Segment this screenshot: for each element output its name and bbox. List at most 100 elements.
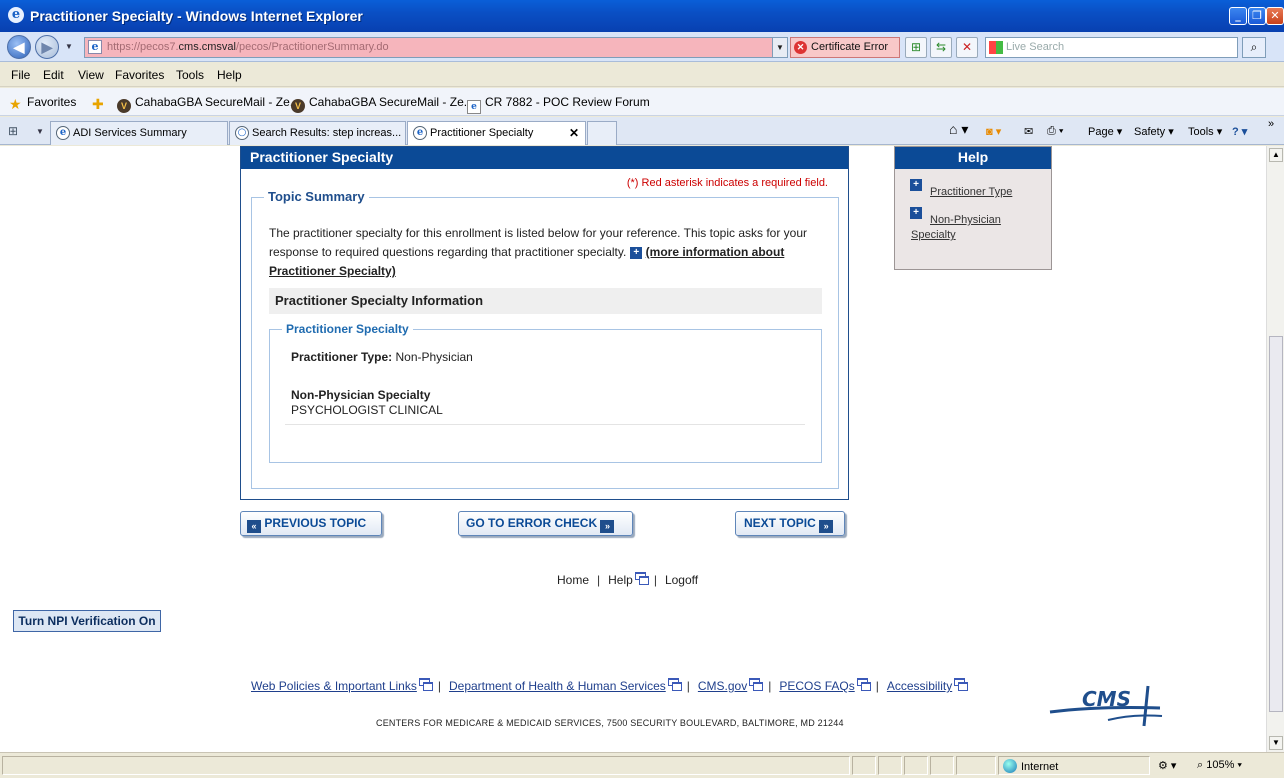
web-policies-label: Web Policies & Important Links — [251, 679, 417, 693]
expand-plus-icon[interactable]: + — [910, 207, 922, 219]
add-favorite-icon[interactable]: ✚ — [92, 95, 110, 111]
tab-label: Practitioner Specialty — [430, 127, 534, 139]
pecos-faqs-label: PECOS FAQs — [779, 679, 855, 693]
web-policies-link[interactable]: Web Policies & Important Links — [251, 679, 417, 693]
minimize-button[interactable]: _ — [1229, 7, 1247, 25]
expand-plus-icon[interactable]: + — [910, 179, 922, 191]
specialty-help-link[interactable]: Specialty — [911, 229, 956, 241]
chevron-more-icon[interactable]: » — [1268, 118, 1274, 130]
address-input[interactable]: e https://pecos7.cms.cmsval/pecos/Practi… — [84, 37, 788, 58]
hhs-link[interactable]: Department of Health & Human Services — [449, 679, 666, 693]
status-bar: Internet ⚙ ▾ ⌕ 105% ▾ — [0, 752, 1284, 778]
scroll-up-icon[interactable]: ▲ — [1269, 148, 1283, 162]
tab-label: ADI Services Summary — [73, 127, 187, 139]
previous-topic-button[interactable]: « PREVIOUS TOPIC — [240, 511, 382, 536]
practitioner-specialty-legend: Practitioner Specialty — [282, 322, 413, 336]
address-dropdown-icon[interactable]: ▼ — [772, 38, 787, 57]
feeds-icon[interactable]: ◙ ▾ — [986, 125, 1001, 138]
read-mail-icon[interactable]: ✉ — [1024, 125, 1033, 138]
ie-page-icon: e — [413, 126, 427, 140]
help-menu-icon[interactable]: ? ▾ — [1232, 125, 1247, 138]
scroll-thumb[interactable] — [1269, 336, 1283, 712]
page-ie-icon: e — [88, 40, 102, 54]
favorite-link-3-label: CR 7882 - POC Review Forum — [485, 95, 650, 109]
menu-file[interactable]: File — [11, 68, 30, 82]
menu-favorites[interactable]: Favorites — [115, 68, 164, 82]
menu-edit[interactable]: Edit — [43, 68, 64, 82]
help-link[interactable]: Help — [608, 572, 649, 587]
help-link-label: Help — [608, 573, 633, 587]
practitioner-type-help-link[interactable]: Practitioner Type — [930, 186, 1012, 198]
double-chevron-right-icon: » — [600, 520, 615, 533]
help-panel: Help + Practitioner Type + Non-Physician… — [894, 146, 1052, 270]
restore-button[interactable]: ❐ — [1248, 7, 1266, 25]
url-host: cms.cmsval — [178, 41, 236, 53]
history-dropdown-icon[interactable]: ▼ — [65, 42, 73, 51]
favorites-bar: ★ Favorites ✚ V CahabaGBA SecureMail - Ze.… — [0, 88, 1284, 116]
favorite-link-2[interactable]: V CahabaGBA SecureMail - Ze... — [291, 95, 474, 113]
refresh-icon[interactable]: ⇆ — [930, 37, 952, 58]
pecos-faqs-link[interactable]: PECOS FAQs — [779, 679, 854, 693]
certificate-error-button[interactable]: ✕ Certificate Error — [790, 37, 900, 58]
page-menu[interactable]: Page ▾ — [1088, 125, 1122, 138]
favorite-link-2-label: CahabaGBA SecureMail - Ze... — [309, 95, 474, 109]
tools-menu[interactable]: Tools ▾ — [1188, 125, 1222, 138]
favorites-button[interactable]: ★ Favorites — [9, 95, 76, 111]
home-icon[interactable]: ⌂ ▾ — [949, 121, 968, 138]
help-item-practitioner-type[interactable]: + Practitioner Type — [910, 179, 1012, 200]
required-field-note: (*) Red asterisk indicates a required fi… — [626, 177, 828, 189]
favorite-link-1-label: CahabaGBA SecureMail - Ze... — [135, 95, 300, 109]
close-window-button[interactable]: ✕ — [1266, 7, 1284, 25]
protected-mode-icon[interactable]: ⚙ ▾ — [1158, 759, 1176, 772]
status-text-cell — [2, 756, 850, 775]
tab-practitioner-specialty[interactable]: e Practitioner Specialty ✕ — [407, 121, 586, 145]
next-topic-button[interactable]: NEXT TOPIC » — [735, 511, 845, 536]
back-button[interactable]: ◀ — [7, 35, 31, 59]
internet-zone[interactable]: Internet — [1003, 759, 1058, 773]
help-item-non-physician-specialty[interactable]: + Non-Physician Specialty — [910, 207, 1001, 243]
practitioner-type-value: Non-Physician — [395, 350, 473, 364]
tab-adi-services[interactable]: e ADI Services Summary — [50, 121, 228, 145]
status-cell — [930, 756, 954, 775]
double-chevron-right-icon: » — [819, 520, 834, 533]
practitioner-specialty-panel: Practitioner Specialty (*) Red asterisk … — [240, 146, 849, 500]
menu-view[interactable]: View — [78, 68, 104, 82]
next-topic-label: NEXT TOPIC — [744, 516, 816, 530]
scroll-down-icon[interactable]: ▼ — [1269, 736, 1283, 750]
menu-tools[interactable]: Tools — [176, 68, 204, 82]
close-tab-icon[interactable]: ✕ — [569, 122, 579, 144]
quick-tabs-icon[interactable]: ⊞ — [8, 124, 28, 140]
new-tab-button[interactable] — [587, 121, 617, 145]
search-icon[interactable]: ⌕ — [1242, 37, 1266, 58]
site-v-icon: V — [291, 99, 305, 113]
tab-search-results[interactable]: ○ Search Results: step increas... — [229, 121, 406, 145]
non-physician-specialty-label: Non-Physician Specialty — [291, 388, 431, 402]
turn-npi-verification-on-button[interactable]: Turn NPI Verification On — [13, 610, 161, 632]
tab-list-dropdown-icon[interactable]: ▼ — [36, 127, 44, 136]
go-to-error-check-button[interactable]: GO TO ERROR CHECK » — [458, 511, 633, 536]
home-link[interactable]: Home — [557, 573, 589, 587]
favorite-link-3[interactable]: e CR 7882 - POC Review Forum — [467, 95, 650, 114]
non-physician-help-link[interactable]: Non-Physician — [930, 214, 1001, 226]
panel-title: Practitioner Specialty — [241, 147, 848, 169]
compatibility-icon[interactable]: ⊞ — [905, 37, 927, 58]
zoom-control[interactable]: ⌕ 105% ▾ — [1197, 759, 1242, 772]
menu-help[interactable]: Help — [217, 68, 242, 82]
topic-summary-legend: Topic Summary — [264, 189, 369, 204]
cms-gov-link[interactable]: CMS.gov — [698, 679, 747, 693]
safety-menu[interactable]: Safety ▾ — [1134, 125, 1174, 138]
logoff-link[interactable]: Logoff — [665, 573, 698, 587]
forward-button[interactable]: ▶ — [35, 35, 59, 59]
expand-plus-icon[interactable]: + — [630, 247, 643, 259]
print-icon[interactable]: ⎙ ▾ — [1047, 125, 1063, 138]
stop-icon[interactable]: ✕ — [956, 37, 978, 58]
cms-address: CENTERS FOR MEDICARE & MEDICAID SERVICES… — [376, 718, 844, 728]
search-placeholder: Live Search — [1006, 41, 1065, 53]
accessibility-link[interactable]: Accessibility — [887, 679, 952, 693]
accessibility-label: Accessibility — [886, 679, 953, 693]
cms-logo: CMS — [1049, 685, 1163, 727]
window-title-bar: e Practitioner Specialty - Windows Inter… — [0, 0, 1284, 32]
vertical-scrollbar[interactable]: ▲ ▼ — [1266, 146, 1284, 752]
favorite-link-1[interactable]: V CahabaGBA SecureMail - Ze... — [117, 95, 300, 113]
search-input[interactable]: Live Search — [985, 37, 1238, 58]
